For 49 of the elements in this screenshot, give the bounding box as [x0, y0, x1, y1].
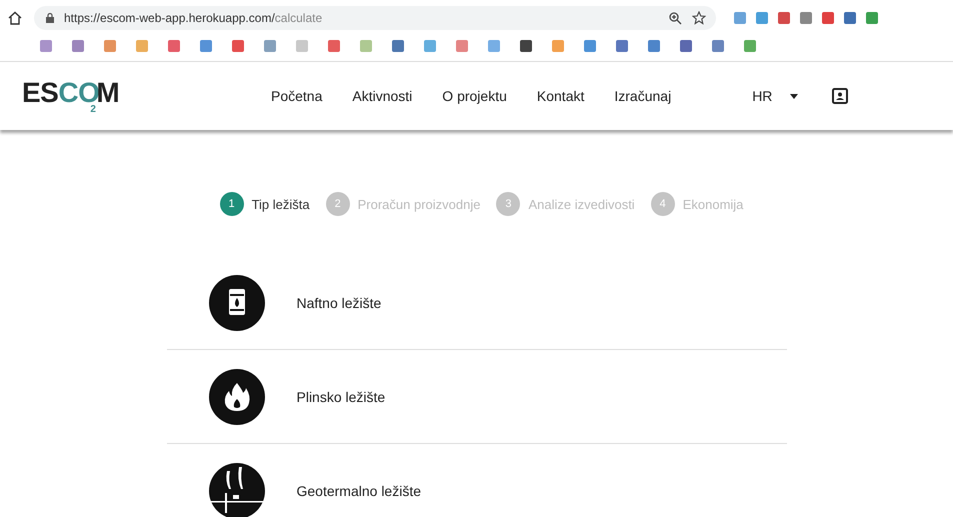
bookmark-icon[interactable]: [392, 40, 404, 52]
bookmark-icon[interactable]: [264, 40, 276, 52]
logo[interactable]: ESCO $_{2}$ M: [22, 77, 256, 115]
extension-icon[interactable]: [822, 12, 834, 24]
list-item-label: Plinsko ležište: [296, 388, 386, 404]
bookmark-icon[interactable]: [520, 40, 532, 52]
list-item[interactable]: Plinsko ležište: [166, 350, 786, 444]
home-icon[interactable]: [8, 11, 22, 25]
bookmark-icon[interactable]: [72, 40, 84, 52]
step-number[interactable]: 1: [220, 192, 244, 216]
bookmark-icon[interactable]: [616, 40, 628, 52]
account-icon[interactable]: [832, 88, 848, 104]
nav-link[interactable]: O projektu: [427, 80, 522, 112]
extension-icon[interactable]: [800, 12, 812, 24]
list-item[interactable]: Naftno ležište: [166, 256, 786, 350]
bookmark-icon[interactable]: [584, 40, 596, 52]
bookmark-icon[interactable]: [328, 40, 340, 52]
zoom-icon[interactable]: [669, 12, 682, 24]
step-label[interactable]: Tip ležišta: [252, 196, 310, 212]
bookmark-icon[interactable]: [648, 40, 660, 52]
bookmark-icon[interactable]: [456, 40, 468, 52]
list-item-label: Geotermalno ležište: [296, 483, 422, 499]
address-bar[interactable]: https://escom-web-app.herokuapp.com/calculate: [34, 6, 716, 30]
flame-icon: [208, 368, 264, 424]
nav-link[interactable]: Aktivnosti: [337, 80, 428, 112]
nav-link[interactable]: Početna: [256, 80, 338, 112]
extension-icon[interactable]: [778, 12, 790, 24]
star-icon[interactable]: [692, 11, 706, 25]
extension-icon[interactable]: [734, 12, 746, 24]
bookmark-icon[interactable]: [200, 40, 212, 52]
nav-link[interactable]: Kontakt: [522, 80, 600, 112]
barrel-icon: [208, 274, 264, 330]
bookmark-icon[interactable]: [712, 40, 724, 52]
language-dropdown[interactable]: HR: [748, 84, 776, 108]
extension-icon[interactable]: [844, 12, 856, 24]
geyser-icon: [208, 463, 264, 517]
bookmark-icon[interactable]: [40, 40, 52, 52]
extension-icon[interactable]: [866, 12, 878, 24]
caret-icon[interactable]: [790, 94, 798, 98]
bookmark-icon[interactable]: [744, 40, 756, 52]
url-text: https://escom-web-app.herokuapp.com/calculate: [64, 11, 322, 25]
bookmark-icon[interactable]: [680, 40, 692, 52]
bookmark-icon[interactable]: [168, 40, 180, 52]
lock-icon: [46, 13, 54, 23]
extension-icon[interactable]: [756, 12, 768, 24]
nav-link[interactable]: Izračunaj: [599, 80, 686, 112]
list-item[interactable]: Geotermalno ležište: [166, 444, 786, 517]
list-item-label: Naftno ležište: [296, 294, 382, 310]
bookmark-icon[interactable]: [232, 40, 244, 52]
